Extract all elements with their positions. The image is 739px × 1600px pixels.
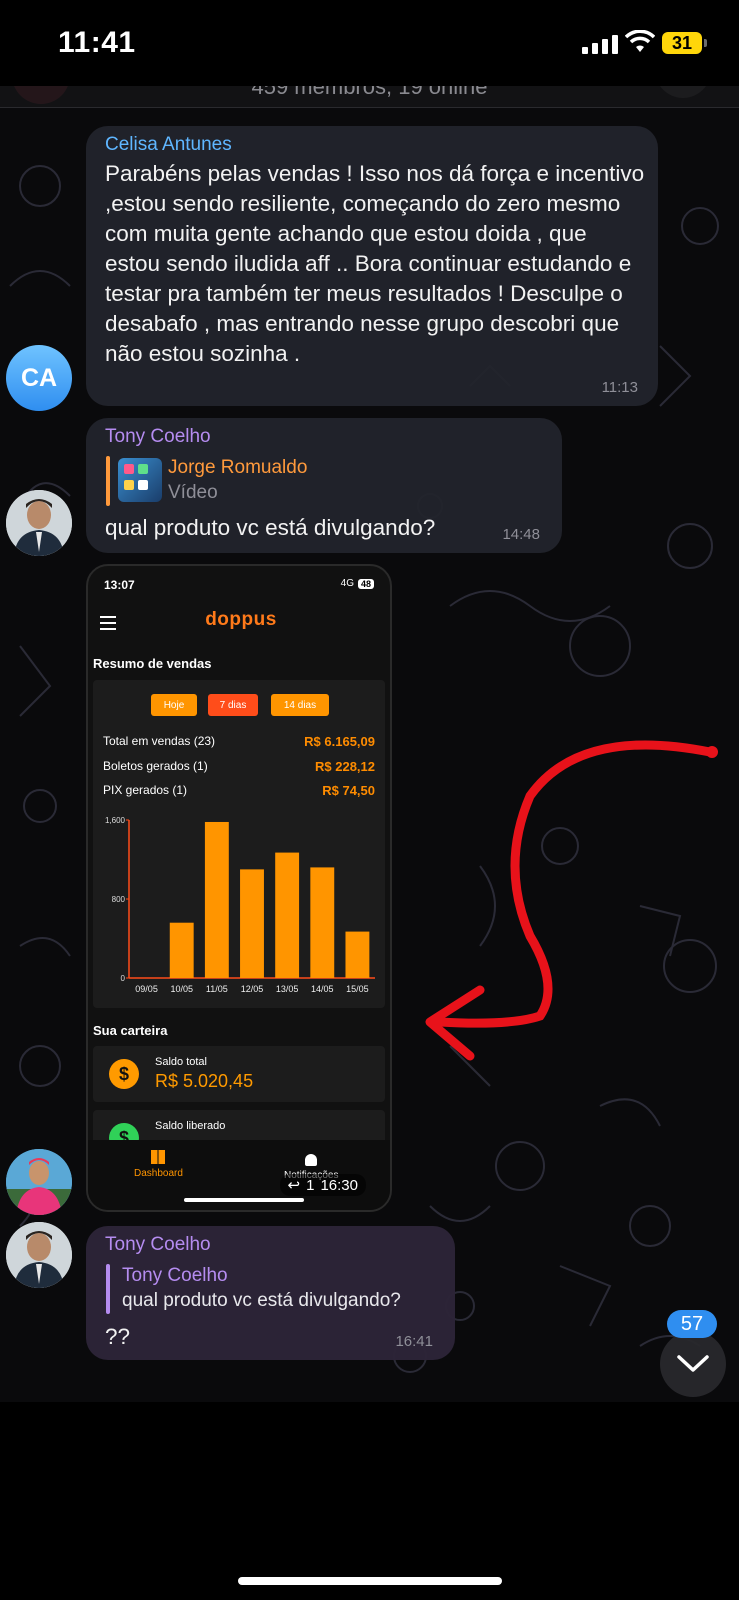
- battery-icon: 31: [662, 32, 707, 54]
- row-label: Total em vendas (23): [103, 734, 216, 748]
- message-time: 16:41: [395, 1333, 433, 1350]
- x-tick-label: 12/05: [241, 984, 264, 994]
- tab-label: Dashboard: [134, 1168, 183, 1179]
- reply-icon: ↩: [287, 1177, 301, 1194]
- summary-row: Total em vendas (23) R$ 6.165,09: [103, 734, 375, 749]
- chart-bar: [240, 869, 264, 978]
- reply-counter[interactable]: ↩ 1 16:30: [279, 1174, 366, 1196]
- person-photo-icon: [6, 1149, 72, 1215]
- reply-text: qual produto vc está divulgando?: [122, 1290, 401, 1311]
- app-logo: doppus: [205, 609, 277, 630]
- cellular-signal-icon: [582, 34, 618, 54]
- person-photo-icon: [6, 490, 72, 556]
- red-arrow-annotation: [425, 740, 718, 1061]
- member-count: 459 membros, 19 online: [251, 86, 488, 99]
- row-value: R$ 74,50: [322, 783, 375, 798]
- x-tick-label: 14/05: [311, 984, 334, 994]
- screenshot-home-indicator: [184, 1198, 304, 1202]
- bell-icon: [305, 1154, 318, 1166]
- network-label: 4G: [340, 578, 354, 589]
- row-value: R$ 228,12: [315, 759, 375, 774]
- scroll-to-bottom-button[interactable]: [660, 1331, 726, 1397]
- avatar[interactable]: [6, 1149, 72, 1215]
- summary-row: PIX gerados (1) R$ 74,50: [103, 783, 375, 798]
- message-bubble[interactable]: Tony Coelho Jorge Romualdo Vídeo qual pr…: [86, 418, 562, 553]
- reply-sender[interactable]: Tony Coelho: [122, 1265, 228, 1287]
- avatar[interactable]: [6, 490, 72, 556]
- chart-bar: [204, 821, 229, 978]
- chevron-down-icon: [677, 1355, 709, 1372]
- status-bar: 11:41 31: [0, 0, 739, 86]
- row-label: Boletos gerados (1): [103, 759, 208, 773]
- y-tick-label: 1,600: [105, 816, 126, 825]
- wallet-value: R$ 5.020,45: [155, 1071, 254, 1091]
- status-time: 11:41: [58, 26, 136, 59]
- message-text: qual produto vc está divulgando?: [105, 515, 436, 540]
- message-bubble[interactable]: Celisa Antunes Parabéns pelas vendas ! I…: [86, 126, 658, 406]
- reply-bar: [106, 1264, 110, 1314]
- reply-sender[interactable]: Jorge Romualdo: [168, 457, 307, 479]
- wallet-title: Sua carteira: [93, 1023, 168, 1038]
- sales-summary-card: Hoje 7 dias 14 dias Total em vendas (23)…: [93, 680, 385, 1008]
- chart-bar: [169, 922, 194, 978]
- message-time: 14:48: [502, 526, 540, 543]
- filter-7-days: 7 dias: [208, 694, 258, 716]
- message-time: 11:13: [601, 379, 638, 396]
- message-text: Parabéns pelas vendas ! Isso nos dá forç…: [105, 161, 645, 366]
- x-tick-label: 10/05: [170, 984, 193, 994]
- chat-header-subtitle[interactable]: 459 membros, 19 online: [0, 86, 739, 108]
- reply-text: Vídeo: [168, 482, 218, 503]
- reply-count: 1: [306, 1176, 315, 1194]
- wallet-card: $ Saldo total R$ 5.020,45: [93, 1046, 385, 1102]
- keyboard-area: [0, 1402, 739, 1600]
- chart-bar: [310, 867, 335, 978]
- filter-today: Hoje: [151, 694, 197, 716]
- chart-bar: [275, 852, 300, 978]
- sender-name[interactable]: Celisa Antunes: [105, 134, 232, 156]
- x-tick-label: 11/05: [206, 984, 228, 994]
- avatar[interactable]: CA: [6, 345, 72, 411]
- shared-screenshot-image[interactable]: 13:07 4G 48 doppus Resumo de vendas Hoje…: [86, 564, 392, 1212]
- summary-row: Boletos gerados (1) R$ 228,12: [103, 759, 375, 774]
- row-value: R$ 6.165,09: [304, 734, 375, 749]
- reply-bar: [106, 456, 110, 506]
- message-text: ??: [105, 1324, 131, 1349]
- avatar[interactable]: [6, 1222, 72, 1288]
- x-tick-label: 15/05: [346, 984, 369, 994]
- sales-bar-chart: 0 800 1,600 09/05 10/05 11/05 12/05 13/05 14/05 1…: [105, 816, 375, 994]
- sender-name[interactable]: Tony Coelho: [105, 426, 211, 448]
- y-tick-label: 800: [112, 895, 126, 904]
- unread-count-badge[interactable]: 57: [667, 1310, 717, 1338]
- wallet-label: Saldo total: [155, 1056, 207, 1068]
- wifi-icon: [625, 30, 655, 52]
- screenshot-network: 4G 48: [341, 578, 374, 589]
- dollar-coin-icon: $: [109, 1059, 139, 1089]
- dashboard-icon: [151, 1150, 166, 1164]
- y-tick-label: 0: [121, 974, 126, 983]
- row-label: PIX gerados (1): [103, 783, 188, 797]
- avatar-initials: CA: [20, 363, 58, 392]
- summary-title: Resumo de vendas: [93, 656, 212, 671]
- message-bubble[interactable]: Tony Coelho Tony Coelho qual produto vc …: [86, 1226, 455, 1360]
- message-time: 16:30: [320, 1176, 358, 1194]
- battery-icon: 48: [357, 578, 374, 589]
- person-photo-icon: [6, 1222, 72, 1288]
- video-thumbnail[interactable]: [118, 458, 162, 502]
- sender-name[interactable]: Tony Coelho: [105, 1234, 211, 1256]
- x-tick-label: 09/05: [135, 984, 158, 994]
- wallet-label: Saldo liberado: [155, 1120, 226, 1132]
- home-indicator[interactable]: [238, 1577, 502, 1585]
- filter-14-days: 14 dias: [271, 694, 329, 716]
- tab-dashboard: Dashboard: [134, 1150, 183, 1179]
- chat-area[interactable]: 459 membros, 19 online CA Celisa Antunes…: [0, 86, 739, 1402]
- x-tick-label: 13/05: [276, 984, 299, 994]
- chart-bar: [345, 931, 370, 978]
- screenshot-status-time: 13:07: [104, 578, 135, 592]
